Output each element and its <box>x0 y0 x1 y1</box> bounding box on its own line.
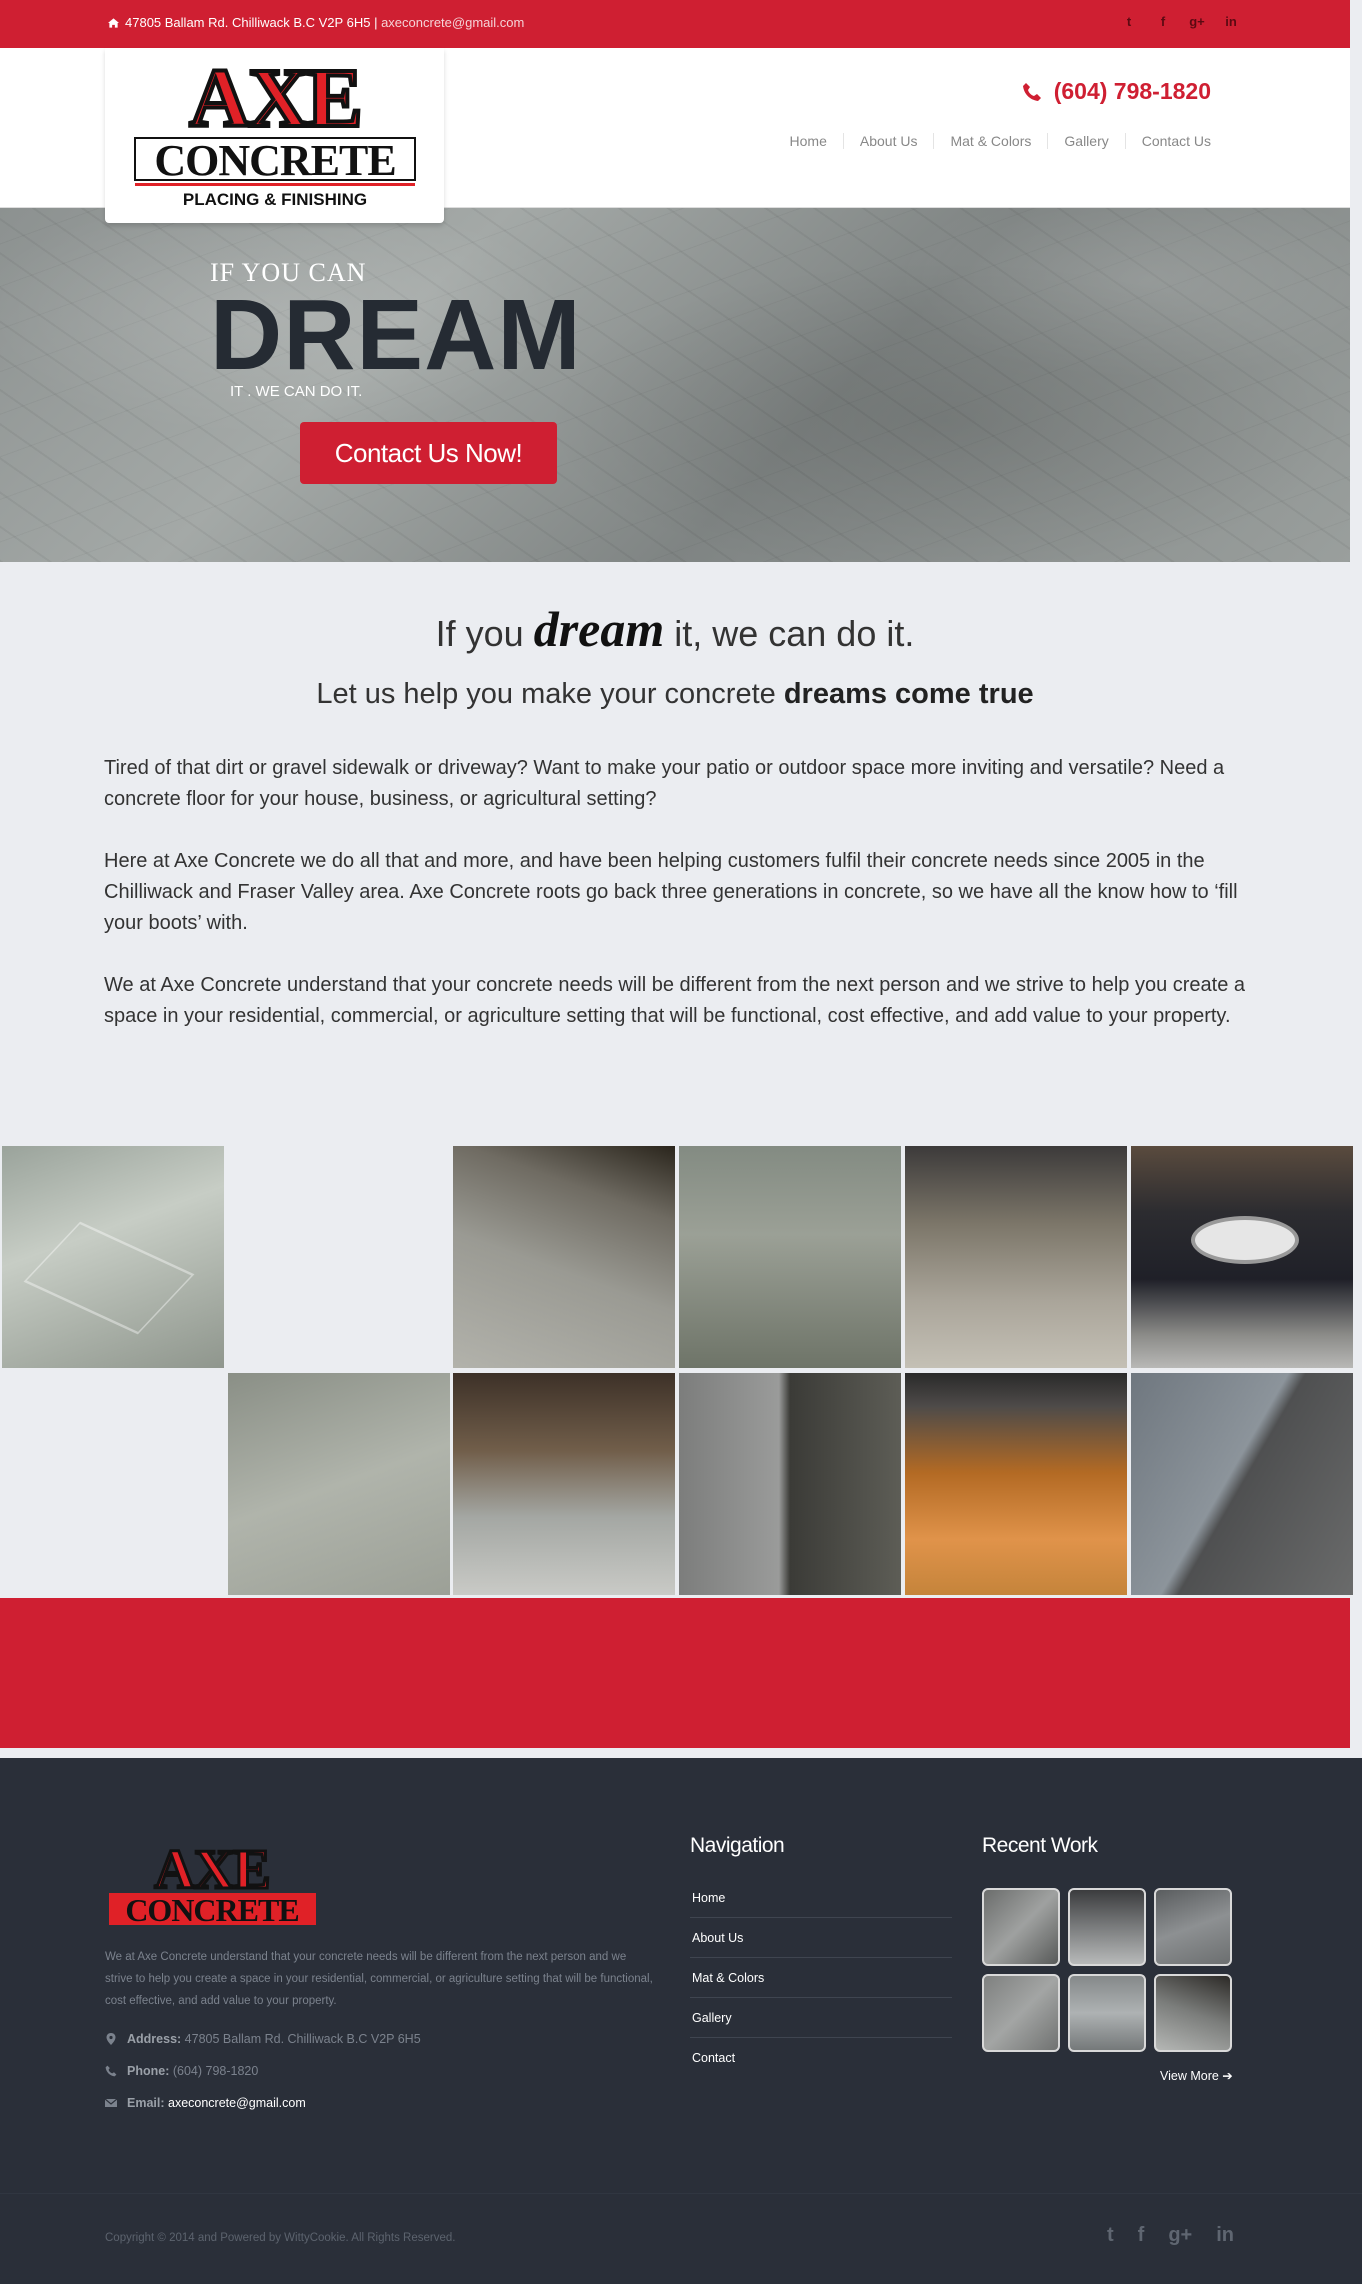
recent-work-thumbnails <box>982 1888 1234 2052</box>
hero-headline: DREAM <box>210 279 582 391</box>
copyright-bar: Copyright © 2014 and Powered by WittyCoo… <box>0 2193 1362 2284</box>
nav-home[interactable]: Home <box>774 133 843 149</box>
recent-work-thumb[interactable] <box>982 1974 1060 2052</box>
recent-work-thumb[interactable] <box>1068 1974 1146 2052</box>
hero-line-3: IT . WE CAN DO IT. <box>230 383 363 400</box>
red-divider-band <box>0 1598 1350 1748</box>
recent-work-thumb[interactable] <box>982 1888 1060 1966</box>
axe-concrete-logo: AXE CONCRETE PLACING & FINISHING <box>134 50 416 209</box>
site-header: AXE CONCRETE PLACING & FINISHING (604) 7… <box>0 48 1350 223</box>
gallery-image[interactable] <box>1131 1146 1353 1368</box>
gallery-image[interactable] <box>453 1373 675 1595</box>
gallery-image[interactable] <box>679 1373 901 1595</box>
contact-us-now-button[interactable]: Contact Us Now! <box>300 422 557 484</box>
footer-phone: Phone: (604) 798-1820 <box>105 2064 258 2078</box>
envelope-icon <box>105 2098 117 2107</box>
logo-text-concrete: CONCRETE <box>154 136 395 185</box>
top-email-link[interactable]: axeconcrete@gmail.com <box>381 15 524 30</box>
logo-underline <box>135 183 415 186</box>
footer-phone-value: (604) 798-1820 <box>172 2064 259 2078</box>
phone-icon <box>1022 82 1041 101</box>
footer-nav-mat-colors[interactable]: Mat & Colors <box>690 1958 952 1998</box>
intro-subheading-bold: dreams come true <box>783 678 1034 710</box>
logo-text-axe: AXE <box>189 52 360 145</box>
googleplus-icon[interactable]: g+ <box>1168 2224 1192 2247</box>
linkedin-icon[interactable]: in <box>1222 13 1240 31</box>
footer-logo[interactable]: AXE CONCRETE <box>105 1838 320 1934</box>
intro-heading-post: it, we can do it. <box>664 613 915 654</box>
hero-banner: IF YOU CAN DREAM IT . WE CAN DO IT. Cont… <box>0 208 1350 562</box>
gallery-image[interactable] <box>679 1146 901 1368</box>
home-icon <box>108 18 119 28</box>
footer-social-links: t f g+ in <box>1107 2224 1234 2247</box>
facebook-icon[interactable]: f <box>1154 13 1172 31</box>
work-gallery <box>0 1146 1362 1598</box>
main-nav: Home About Us Mat & Colors Gallery Conta… <box>774 133 1211 149</box>
nav-about-us[interactable]: About Us <box>842 133 934 149</box>
facebook-icon[interactable]: f <box>1138 2224 1145 2247</box>
footer-address-value: 47805 Ballam Rd. Chilliwack B.C V2P 6H5 <box>184 2032 421 2046</box>
footer-recent-work-title: Recent Work <box>982 1834 1098 1857</box>
gallery-image[interactable] <box>905 1373 1127 1595</box>
footer-nav-gallery[interactable]: Gallery <box>690 1998 952 2038</box>
top-social-links: t f g+ in <box>1120 13 1240 31</box>
intro-heading: If you dream it, we can do it. <box>0 600 1350 658</box>
footer-email-link[interactable]: axeconcrete@gmail.com <box>168 2096 306 2110</box>
recent-work-thumb[interactable] <box>1154 1888 1232 1966</box>
intro-paragraph-3: We at Axe Concrete understand that your … <box>104 974 1246 1027</box>
footer-description: We at Axe Concrete understand that your … <box>105 1951 653 2007</box>
view-more-link[interactable]: View More ➔ <box>1160 2068 1233 2083</box>
intro-subheading-pre: Let us help you make your concrete <box>316 678 784 710</box>
logo-text-placing: PLACING & FINISHING <box>183 190 367 209</box>
footer-logo-concrete: CONCRETE <box>125 1892 298 1928</box>
phone-icon <box>105 2065 117 2077</box>
intro-heading-pre: If you <box>435 613 534 654</box>
linkedin-icon[interactable]: in <box>1216 2224 1234 2247</box>
recent-work-thumb[interactable] <box>1154 1974 1232 2052</box>
header-phone[interactable]: (604) 798-1820 <box>1022 78 1211 105</box>
intro-heading-emphasis: dream <box>533 601 665 657</box>
top-separator: | <box>374 15 378 30</box>
recent-work-thumb[interactable] <box>1068 1888 1146 1966</box>
gallery-image[interactable] <box>453 1146 675 1368</box>
logo-link[interactable]: AXE CONCRETE PLACING & FINISHING <box>105 48 444 223</box>
footer-phone-label: Phone: <box>127 2064 170 2078</box>
intro-subheading: Let us help you make your concrete dream… <box>0 678 1350 711</box>
nav-contact-us[interactable]: Contact Us <box>1124 133 1211 149</box>
map-marker-icon <box>106 2033 116 2045</box>
footer-address: Address: 47805 Ballam Rd. Chilliwack B.C… <box>105 2032 421 2046</box>
top-contact-info: 47805 Ballam Rd. Chilliwack B.C V2P 6H5 … <box>108 15 524 30</box>
site-footer: AXE CONCRETE We at Axe Concrete understa… <box>0 1758 1362 2193</box>
footer-email-label: Email: <box>127 2096 165 2110</box>
gallery-image[interactable] <box>905 1146 1127 1368</box>
footer-nav-home[interactable]: Home <box>690 1878 952 1918</box>
footer-nav-title: Navigation <box>690 1834 785 1857</box>
gallery-image[interactable] <box>2 1146 224 1368</box>
top-address: 47805 Ballam Rd. Chilliwack B.C V2P 6H5 <box>125 15 371 30</box>
top-bar: 47805 Ballam Rd. Chilliwack B.C V2P 6H5 … <box>0 0 1350 48</box>
footer-address-label: Address: <box>127 2032 182 2046</box>
nav-gallery[interactable]: Gallery <box>1047 133 1124 149</box>
copyright-text: Copyright © 2014 and Powered by WittyCoo… <box>105 2232 456 2244</box>
googleplus-icon[interactable]: g+ <box>1188 13 1206 31</box>
footer-nav-contact[interactable]: Contact <box>690 2038 952 2078</box>
gallery-image[interactable] <box>228 1373 450 1595</box>
intro-paragraph-2: Here at Axe Concrete we do all that and … <box>104 850 1238 934</box>
gallery-image[interactable] <box>1131 1373 1353 1595</box>
header-phone-number: (604) 798-1820 <box>1053 78 1211 104</box>
intro-paragraph-1: Tired of that dirt or gravel sidewalk or… <box>104 757 1225 810</box>
footer-nav: Home About Us Mat & Colors Gallery Conta… <box>690 1878 952 2078</box>
nav-mat-colors[interactable]: Mat & Colors <box>933 133 1047 149</box>
footer-email: Email: axeconcrete@gmail.com <box>105 2096 306 2110</box>
footer-nav-about-us[interactable]: About Us <box>690 1918 952 1958</box>
twitter-icon[interactable]: t <box>1107 2224 1114 2247</box>
twitter-icon[interactable]: t <box>1120 13 1138 31</box>
